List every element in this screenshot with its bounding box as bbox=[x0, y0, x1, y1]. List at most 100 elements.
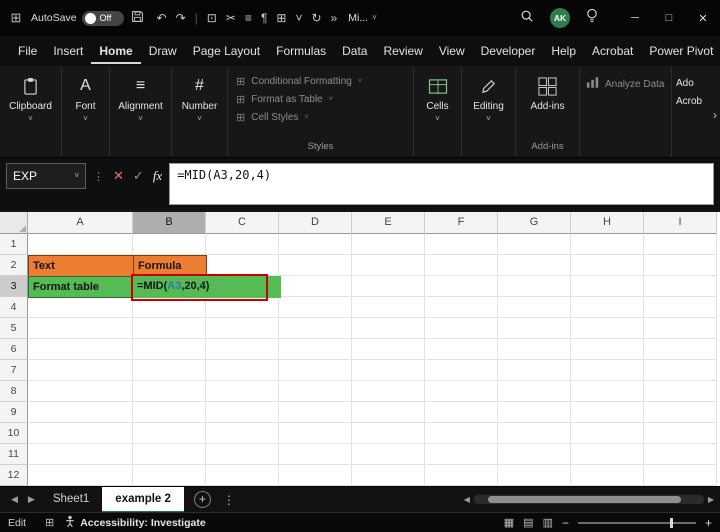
cell-i5[interactable] bbox=[644, 318, 717, 339]
cell-g4[interactable] bbox=[498, 297, 571, 318]
cell-c9[interactable] bbox=[206, 402, 279, 423]
analyze-data-button[interactable]: Analyze Data bbox=[586, 76, 664, 92]
cell-h12[interactable] bbox=[571, 465, 644, 486]
cell-d2[interactable] bbox=[279, 255, 352, 276]
cell-a2[interactable]: Text bbox=[28, 255, 134, 277]
cell-a6[interactable] bbox=[28, 339, 133, 360]
cell-c8[interactable] bbox=[206, 381, 279, 402]
cell-d10[interactable] bbox=[279, 423, 352, 444]
page-break-view-button[interactable]: ▥ bbox=[543, 516, 553, 529]
cell-f4[interactable] bbox=[425, 297, 498, 318]
column-header-i[interactable]: I bbox=[644, 212, 717, 234]
close-button[interactable]: ✕ bbox=[686, 0, 720, 36]
cell-g6[interactable] bbox=[498, 339, 571, 360]
keyboard-settings-icon[interactable]: ⊞ bbox=[45, 516, 54, 529]
cell-d3[interactable] bbox=[279, 276, 352, 297]
cell-h7[interactable] bbox=[571, 360, 644, 381]
cell-g3[interactable] bbox=[498, 276, 571, 297]
cell-e1[interactable] bbox=[352, 234, 425, 255]
row-header-1[interactable]: 1 bbox=[0, 234, 28, 255]
column-header-f[interactable]: F bbox=[425, 212, 498, 234]
cell-h2[interactable] bbox=[571, 255, 644, 276]
cell-e3[interactable] bbox=[352, 276, 425, 297]
menu-tab-acrobat[interactable]: Acrobat bbox=[584, 39, 641, 64]
cell-a10[interactable] bbox=[28, 423, 133, 444]
scrollbar-thumb[interactable] bbox=[488, 496, 681, 503]
editing-group-button[interactable]: Editing ˅ bbox=[462, 66, 516, 157]
cell-f8[interactable] bbox=[425, 381, 498, 402]
ribbon-overflow-chevron-icon[interactable]: › bbox=[713, 108, 717, 122]
styles-item-1[interactable]: ⊞Format as Table˅ bbox=[236, 90, 362, 108]
column-header-e[interactable]: E bbox=[352, 212, 425, 234]
row-header-5[interactable]: 5 bbox=[0, 318, 28, 339]
autosave-toggle[interactable]: Off bbox=[82, 11, 124, 26]
cell-i8[interactable] bbox=[644, 381, 717, 402]
cell-f2[interactable] bbox=[425, 255, 498, 276]
name-box[interactable]: EXP ˅ bbox=[6, 163, 86, 189]
cells-group-button[interactable]: Cells ˅ bbox=[414, 66, 462, 157]
cell-h10[interactable] bbox=[571, 423, 644, 444]
cell-i11[interactable] bbox=[644, 444, 717, 465]
cell-i1[interactable] bbox=[644, 234, 717, 255]
menu-tab-view[interactable]: View bbox=[431, 39, 473, 64]
cell-d8[interactable] bbox=[279, 381, 352, 402]
print-icon[interactable]: ⊡ bbox=[207, 12, 217, 24]
accessibility-checker[interactable]: Accessibility: Investigate bbox=[65, 515, 205, 531]
cut-icon[interactable]: ✂ bbox=[226, 12, 236, 24]
page-layout-view-button[interactable]: ▤ bbox=[523, 516, 533, 529]
cell-c6[interactable] bbox=[206, 339, 279, 360]
select-all-corner[interactable]: ◢ bbox=[0, 212, 28, 234]
font-group-button[interactable]: A Font ˅ bbox=[62, 66, 110, 157]
cell-h11[interactable] bbox=[571, 444, 644, 465]
cell-f11[interactable] bbox=[425, 444, 498, 465]
menu-tab-developer[interactable]: Developer bbox=[473, 39, 544, 64]
cell-b6[interactable] bbox=[133, 339, 206, 360]
redo-icon[interactable]: ↷ bbox=[176, 12, 186, 24]
cell-d7[interactable] bbox=[279, 360, 352, 381]
cell-e8[interactable] bbox=[352, 381, 425, 402]
menu-tab-draw[interactable]: Draw bbox=[141, 39, 185, 64]
menu-tab-file[interactable]: File bbox=[10, 39, 45, 64]
menu-tab-help[interactable]: Help bbox=[543, 39, 584, 64]
column-header-a[interactable]: A bbox=[28, 212, 133, 234]
cell-h5[interactable] bbox=[571, 318, 644, 339]
cell-g9[interactable] bbox=[498, 402, 571, 423]
sheet-nav-right-icon[interactable]: ▶ bbox=[23, 494, 40, 505]
cell-h1[interactable] bbox=[571, 234, 644, 255]
addins-grid-icon[interactable] bbox=[537, 74, 558, 98]
cell-b9[interactable] bbox=[133, 402, 206, 423]
cell-d4[interactable] bbox=[279, 297, 352, 318]
cell-b10[interactable] bbox=[133, 423, 206, 444]
row-header-10[interactable]: 10 bbox=[0, 423, 28, 444]
cell-e11[interactable] bbox=[352, 444, 425, 465]
alignment-group-button[interactable]: ≡ Alignment ˅ bbox=[110, 66, 172, 157]
menu-tab-page-layout[interactable]: Page Layout bbox=[185, 39, 268, 64]
cell-c10[interactable] bbox=[206, 423, 279, 444]
cell-g5[interactable] bbox=[498, 318, 571, 339]
cell-a8[interactable] bbox=[28, 381, 133, 402]
insert-function-button[interactable]: fx bbox=[153, 168, 162, 184]
scrollbar-track[interactable] bbox=[474, 495, 704, 504]
row-header-3[interactable]: 3 bbox=[0, 276, 28, 297]
zoom-in-button[interactable]: + bbox=[705, 516, 712, 530]
minimize-button[interactable]: ─ bbox=[618, 0, 652, 36]
new-sheet-button[interactable]: + bbox=[194, 491, 211, 508]
cell-i6[interactable] bbox=[644, 339, 717, 360]
formula-input[interactable]: =MID(A3,20,4) bbox=[169, 163, 714, 205]
styles-group-caption[interactable]: Styles bbox=[308, 141, 334, 154]
styles-item-2[interactable]: ⊞Cell Styles˅ bbox=[236, 108, 362, 126]
menu-tab-insert[interactable]: Insert bbox=[45, 39, 91, 64]
cell-c7[interactable] bbox=[206, 360, 279, 381]
copy-icon[interactable]: ≡ bbox=[245, 12, 252, 24]
cell-f7[interactable] bbox=[425, 360, 498, 381]
cell-b11[interactable] bbox=[133, 444, 206, 465]
cell-a7[interactable] bbox=[28, 360, 133, 381]
scroll-left-icon[interactable]: ◀ bbox=[464, 495, 470, 504]
app-launcher-icon[interactable]: ⊞ bbox=[8, 10, 24, 26]
column-header-g[interactable]: G bbox=[498, 212, 571, 234]
sheet-tab-example-2[interactable]: example 2 bbox=[102, 487, 184, 513]
cell-i7[interactable] bbox=[644, 360, 717, 381]
cell-i2[interactable] bbox=[644, 255, 717, 276]
cell-d11[interactable] bbox=[279, 444, 352, 465]
zoom-slider-thumb[interactable] bbox=[670, 518, 673, 528]
